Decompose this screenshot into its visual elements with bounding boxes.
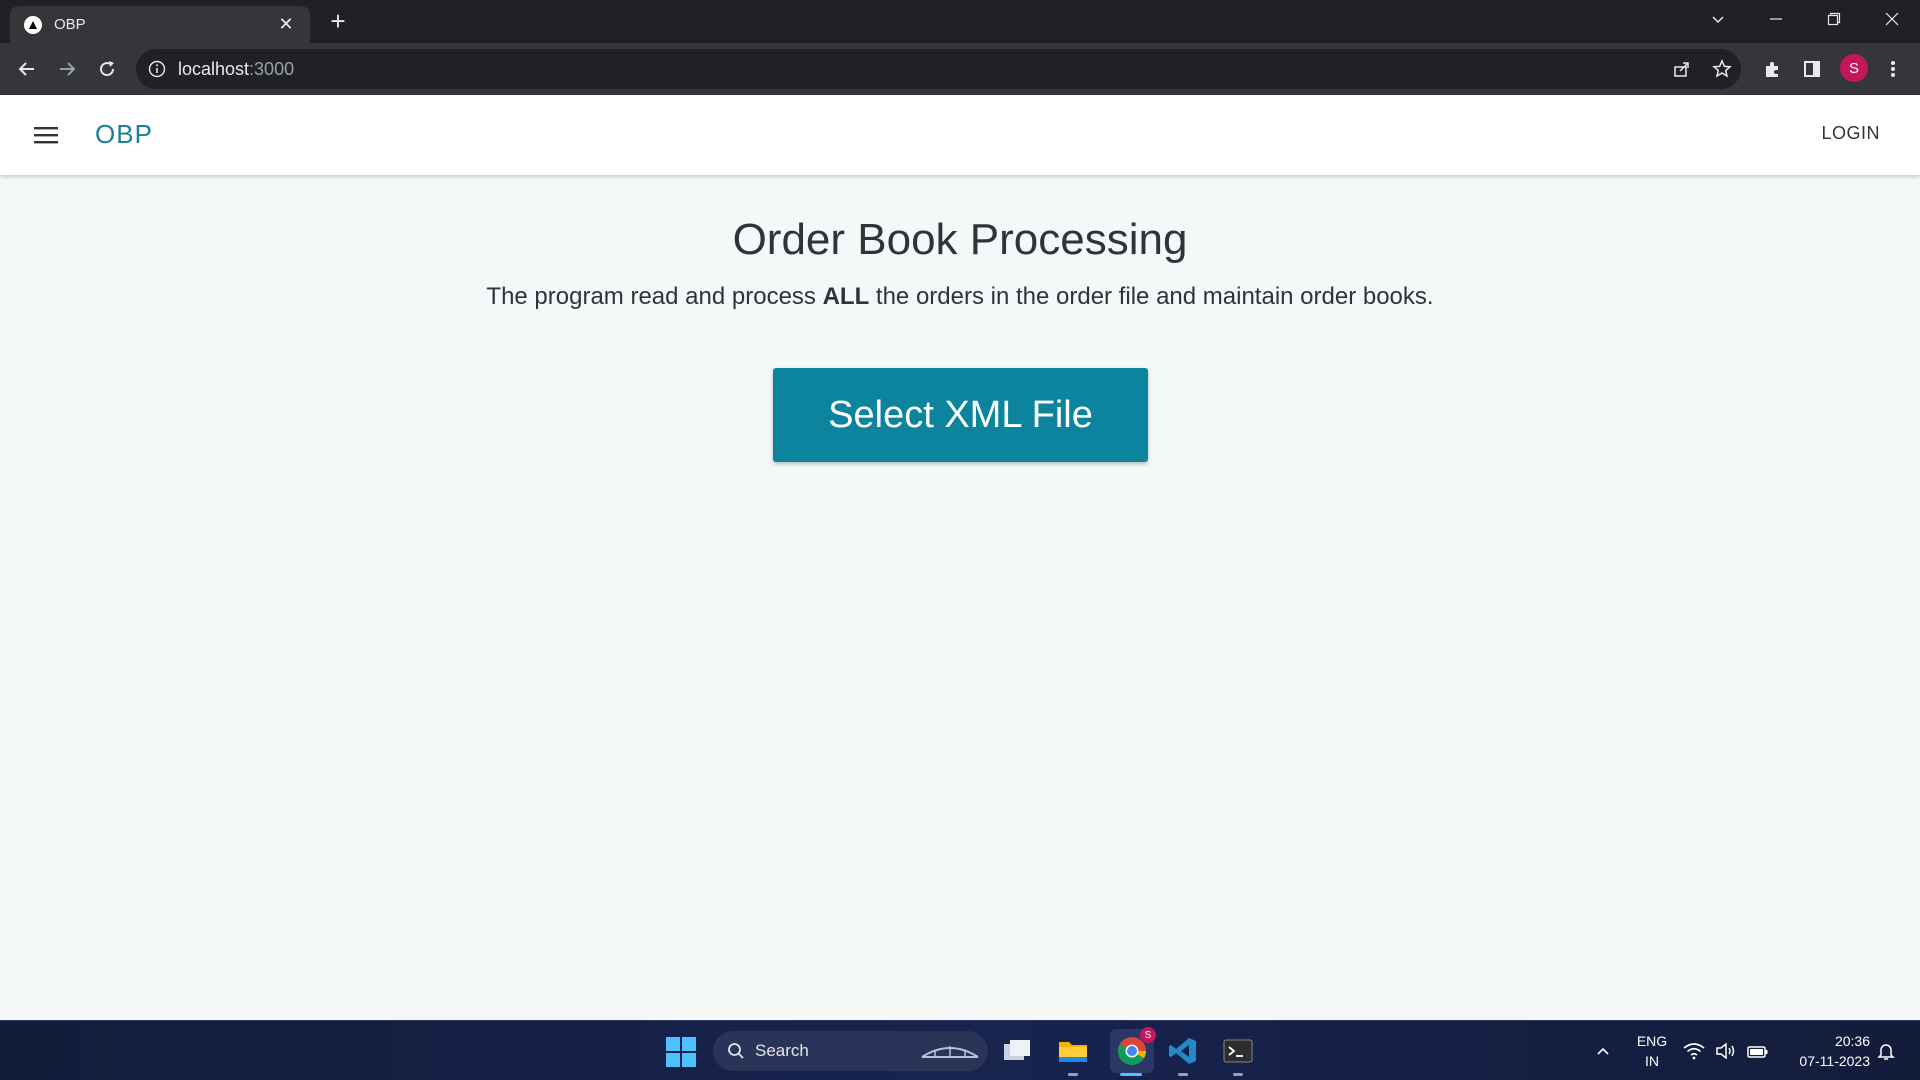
subtitle-text-end: the orders in the order file and maintai… [869,283,1434,310]
taskbar-search-label: Search [755,1041,809,1060]
extensions-icon[interactable] [1756,53,1788,85]
search-highlight-bridge-icon [921,1046,979,1058]
bookmark-star-icon[interactable] [1706,53,1738,85]
side-panel-icon[interactable] [1796,53,1828,85]
vscode-icon[interactable] [1165,1033,1201,1069]
browser-tab[interactable]: OBP ✕ [10,6,310,43]
file-explorer-icon[interactable] [1055,1033,1091,1069]
os-taskbar: Search S ENG IN 20:36 07-11-2023 [0,1020,1920,1080]
address-bar[interactable]: localhost:3000 [136,49,1741,89]
volume-icon[interactable] [1712,1033,1740,1069]
forward-button[interactable] [51,53,83,85]
page-title: Order Book Processing [732,215,1188,264]
close-window-button[interactable] [1864,0,1920,38]
restore-button[interactable] [1806,0,1862,38]
browser-menu-icon[interactable] [1877,53,1909,85]
new-tab-button[interactable]: + [323,6,353,36]
windows-start-icon[interactable] [666,1037,696,1067]
tab-title: OBP [54,16,86,33]
battery-icon[interactable] [1744,1033,1772,1069]
reload-button[interactable] [91,53,123,85]
site-info-icon[interactable] [148,60,166,78]
system-clock[interactable]: 20:36 07-11-2023 [1780,1031,1870,1071]
chrome-taskbar-icon[interactable]: S [1110,1027,1156,1073]
taskbar-search-box[interactable]: Search [713,1031,988,1071]
search-icon [728,1043,744,1059]
terminal-indicator [1233,1073,1243,1076]
browser-tabstrip: OBP ✕ + [0,0,1920,43]
main-content: Order Book Processing The program read a… [0,175,1920,1020]
tab-search-icon[interactable] [1690,0,1746,38]
select-xml-file-button[interactable]: Select XML File [773,368,1148,462]
notification-icon[interactable] [1872,1033,1900,1069]
login-button[interactable]: LOGIN [1821,123,1880,144]
subtitle-text-start: The program read and process [486,283,823,310]
profile-avatar[interactable]: S [1840,54,1868,82]
url-host: localhost [178,58,250,79]
share-icon[interactable] [1666,53,1698,85]
subtitle-text-bold: ALL [822,283,870,310]
tab-close-icon[interactable]: ✕ [276,14,296,35]
file-explorer-indicator [1068,1073,1078,1076]
task-view-icon[interactable] [999,1033,1035,1069]
chrome-profile-badge: S [1140,1027,1156,1043]
app-brand[interactable]: OBP [95,119,153,150]
page-subtitle: The program read and process ALL the ord… [0,283,1920,311]
tray-chevron-up-icon[interactable] [1585,1033,1621,1069]
tab-favicon-icon [24,15,42,34]
minimize-button[interactable] [1748,0,1804,38]
hamburger-menu-icon[interactable] [30,119,62,151]
app-bar: OBP LOGIN [0,95,1920,175]
back-button[interactable] [11,53,43,85]
browser-toolbar: localhost:3000 S [0,43,1920,95]
vscode-indicator [1178,1073,1188,1076]
input-language-indicator[interactable]: ENG IN [1632,1031,1672,1071]
chrome-active-indicator [1120,1073,1142,1076]
terminal-icon[interactable] [1220,1033,1256,1069]
url-port: :3000 [249,58,295,79]
clock-date: 07-11-2023 [1799,1053,1870,1069]
wifi-icon[interactable] [1680,1033,1708,1069]
clock-time: 20:36 [1834,1033,1870,1049]
lang-line-2: IN [1645,1053,1659,1069]
lang-line-1: ENG [1636,1033,1668,1049]
